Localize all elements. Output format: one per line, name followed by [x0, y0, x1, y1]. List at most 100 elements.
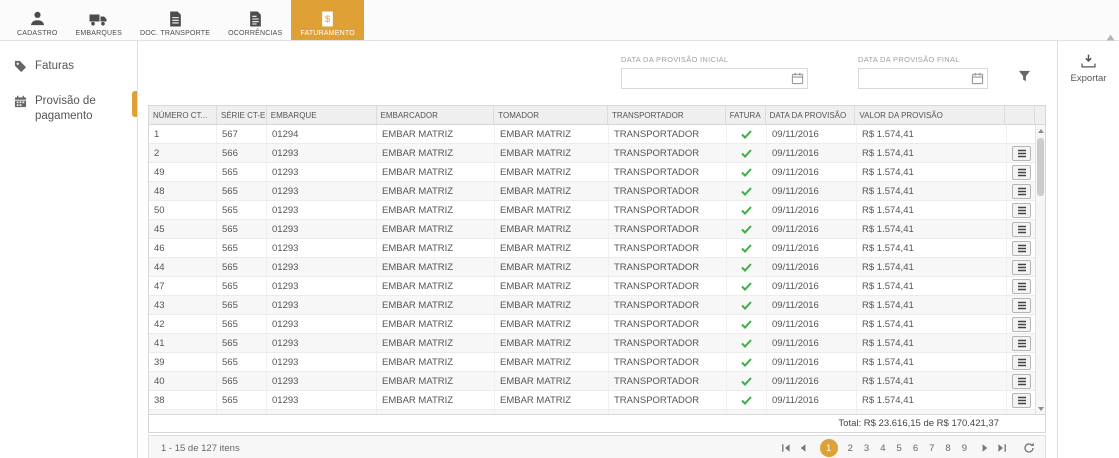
row-menu-button[interactable]: [1012, 202, 1031, 218]
top-navigation: CADASTRO EMBARQUES DOC. TRANSPORTE OCORR…: [0, 0, 1119, 41]
table-row[interactable]: 38 565 01293 EMBAR MATRIZ EMBAR MATRIZ T…: [149, 391, 1037, 410]
page-button-9[interactable]: 9: [961, 443, 968, 454]
table-row[interactable]: 49 565 01293 EMBAR MATRIZ EMBAR MATRIZ T…: [149, 163, 1037, 182]
table-row[interactable]: 40 565 01293 EMBAR MATRIZ EMBAR MATRIZ T…: [149, 372, 1037, 391]
check-icon: [741, 319, 752, 329]
page-button-6[interactable]: 6: [912, 443, 919, 454]
row-menu-button[interactable]: [1012, 316, 1031, 332]
page-button-4[interactable]: 4: [879, 443, 886, 454]
date-final-input[interactable]: [859, 69, 967, 88]
prev-page-button[interactable]: [795, 440, 812, 457]
last-page-button[interactable]: [993, 440, 1010, 457]
calendar-icon-button[interactable]: [967, 69, 987, 88]
table-row[interactable]: 1 567 01294 EMBAR MATRIZ EMBAR MATRIZ TR…: [149, 125, 1037, 144]
cell-tomador: EMBAR MATRIZ: [495, 353, 609, 371]
table-row[interactable]: 45 565 01293 EMBAR MATRIZ EMBAR MATRIZ T…: [149, 220, 1037, 239]
table-row[interactable]: 50 565 01293 EMBAR MATRIZ EMBAR MATRIZ T…: [149, 201, 1037, 220]
row-menu-button[interactable]: [1012, 259, 1031, 275]
sidebar-item-faturas[interactable]: Faturas: [0, 51, 137, 86]
page-button-3[interactable]: 3: [863, 443, 870, 454]
row-menu-button[interactable]: [1012, 335, 1031, 351]
row-menu-button[interactable]: [1012, 354, 1031, 370]
table-row[interactable]: 48 565 01293 EMBAR MATRIZ EMBAR MATRIZ T…: [149, 182, 1037, 201]
cell-tomador: EMBAR MATRIZ: [495, 315, 609, 333]
export-button[interactable]: Exportar: [1070, 54, 1107, 84]
cell-fatura: [727, 353, 767, 371]
cell-tomador: EMBAR MATRIZ: [495, 296, 609, 314]
column-header-valor-provisao[interactable]: VALOR DA PROVISÃO: [855, 106, 1006, 124]
row-menu-button[interactable]: [1012, 145, 1031, 161]
scroll-up-icon[interactable]: [1106, 28, 1115, 46]
date-label-final: DATA DA PROVISÃO FINAL: [858, 55, 960, 64]
tab-doc-transporte[interactable]: DOC. TRANSPORTE: [131, 0, 219, 40]
column-header-transportador[interactable]: TRANSPORTADOR: [608, 106, 726, 124]
table-row[interactable]: 43 565 01293 EMBAR MATRIZ EMBAR MATRIZ T…: [149, 296, 1037, 315]
cell-serie: 566: [217, 144, 267, 162]
scrollbar-up-arrow[interactable]: [1036, 125, 1045, 136]
page-button-5[interactable]: 5: [896, 443, 903, 454]
download-icon: [1081, 54, 1096, 71]
cell-numero: 46: [149, 239, 217, 257]
column-header-data-provisao[interactable]: DATA DA PROVISÃO: [766, 106, 856, 124]
cell-valor-provisao: R$ 1.574,41: [857, 334, 1007, 352]
cell-actions: [1007, 201, 1037, 219]
row-menu-button[interactable]: [1012, 240, 1031, 256]
app-window: CADASTRO EMBARQUES DOC. TRANSPORTE OCORR…: [0, 0, 1119, 458]
scrollbar-down-arrow[interactable]: [1036, 403, 1045, 414]
first-page-button[interactable]: [778, 440, 795, 457]
column-header-embarque[interactable]: EMBARQUE: [267, 106, 377, 124]
column-header-serie[interactable]: SÉRIE CT-E: [217, 106, 267, 124]
next-page-button[interactable]: [976, 440, 993, 457]
tab-faturamento[interactable]: $ FATURAMENTO: [291, 0, 364, 40]
row-menu-button[interactable]: [1012, 373, 1031, 389]
row-menu-button[interactable]: [1012, 392, 1031, 408]
check-icon: [741, 186, 752, 196]
tab-ocorrencias[interactable]: OCORRÊNCIAS: [219, 0, 291, 40]
cell-transportador: [609, 410, 727, 414]
table-row[interactable]: 41 565 01293 EMBAR MATRIZ EMBAR MATRIZ T…: [149, 334, 1037, 353]
cell-numero: 50: [149, 201, 217, 219]
cell-embarcador: EMBAR MATRIZ: [377, 144, 495, 162]
column-header-tomador[interactable]: TOMADOR: [494, 106, 608, 124]
tab-cadastro[interactable]: CADASTRO: [8, 0, 67, 40]
column-header-numero[interactable]: NÚMERO CT...: [149, 106, 217, 124]
table-row[interactable]: 47 565 01293 EMBAR MATRIZ EMBAR MATRIZ T…: [149, 277, 1037, 296]
tab-embarques[interactable]: EMBARQUES: [67, 0, 132, 40]
table-row[interactable]: 2 566 01293 EMBAR MATRIZ EMBAR MATRIZ TR…: [149, 144, 1037, 163]
row-menu-button[interactable]: [1012, 164, 1031, 180]
row-menu-button[interactable]: [1012, 221, 1031, 237]
cell-fatura: [727, 410, 767, 414]
cell-embarcador: [377, 410, 495, 414]
table-row[interactable]: 39 565 01293 EMBAR MATRIZ EMBAR MATRIZ T…: [149, 353, 1037, 372]
filter-funnel-button[interactable]: [1018, 70, 1031, 82]
cell-valor-provisao: R$ 1.574,41: [857, 315, 1007, 333]
table-row[interactable]: 46 565 01293 EMBAR MATRIZ EMBAR MATRIZ T…: [149, 239, 1037, 258]
column-header-filler: [1035, 106, 1045, 124]
column-header-fatura[interactable]: FATURA: [726, 106, 766, 124]
row-menu-button[interactable]: [1012, 297, 1031, 313]
date-inicial-input[interactable]: [622, 69, 787, 88]
cell-fatura: [727, 201, 767, 219]
cell-serie: 565: [217, 372, 267, 390]
table-scrollbar[interactable]: [1035, 125, 1045, 414]
table-row[interactable]: 42 565 01293 EMBAR MATRIZ EMBAR MATRIZ T…: [149, 315, 1037, 334]
next-page-icon: [982, 444, 987, 452]
page-button-7[interactable]: 7: [928, 443, 935, 454]
scrollbar-thumb[interactable]: [1037, 138, 1044, 196]
row-menu-button[interactable]: [1012, 278, 1031, 294]
export-label: Exportar: [1070, 73, 1107, 84]
table-row[interactable]: [149, 410, 1037, 414]
column-header-embarcador[interactable]: EMBARCADOR: [377, 106, 495, 124]
date-input-wrap: [858, 68, 988, 89]
table-row[interactable]: 44 565 01293 EMBAR MATRIZ EMBAR MATRIZ T…: [149, 258, 1037, 277]
cell-embarque: 01293: [267, 220, 377, 238]
page-button-2[interactable]: 2: [847, 443, 854, 454]
sidebar-item-provisao-de-pagamento[interactable]: Provisão de pagamento: [0, 86, 137, 132]
hamburger-icon: [1017, 149, 1026, 157]
refresh-button[interactable]: [1020, 440, 1037, 457]
page-button-1[interactable]: 1: [819, 439, 838, 457]
calendar-icon-button[interactable]: [787, 69, 807, 88]
page-button-8[interactable]: 8: [944, 443, 951, 454]
row-menu-button[interactable]: [1012, 183, 1031, 199]
column-header-actions: [1005, 106, 1036, 124]
